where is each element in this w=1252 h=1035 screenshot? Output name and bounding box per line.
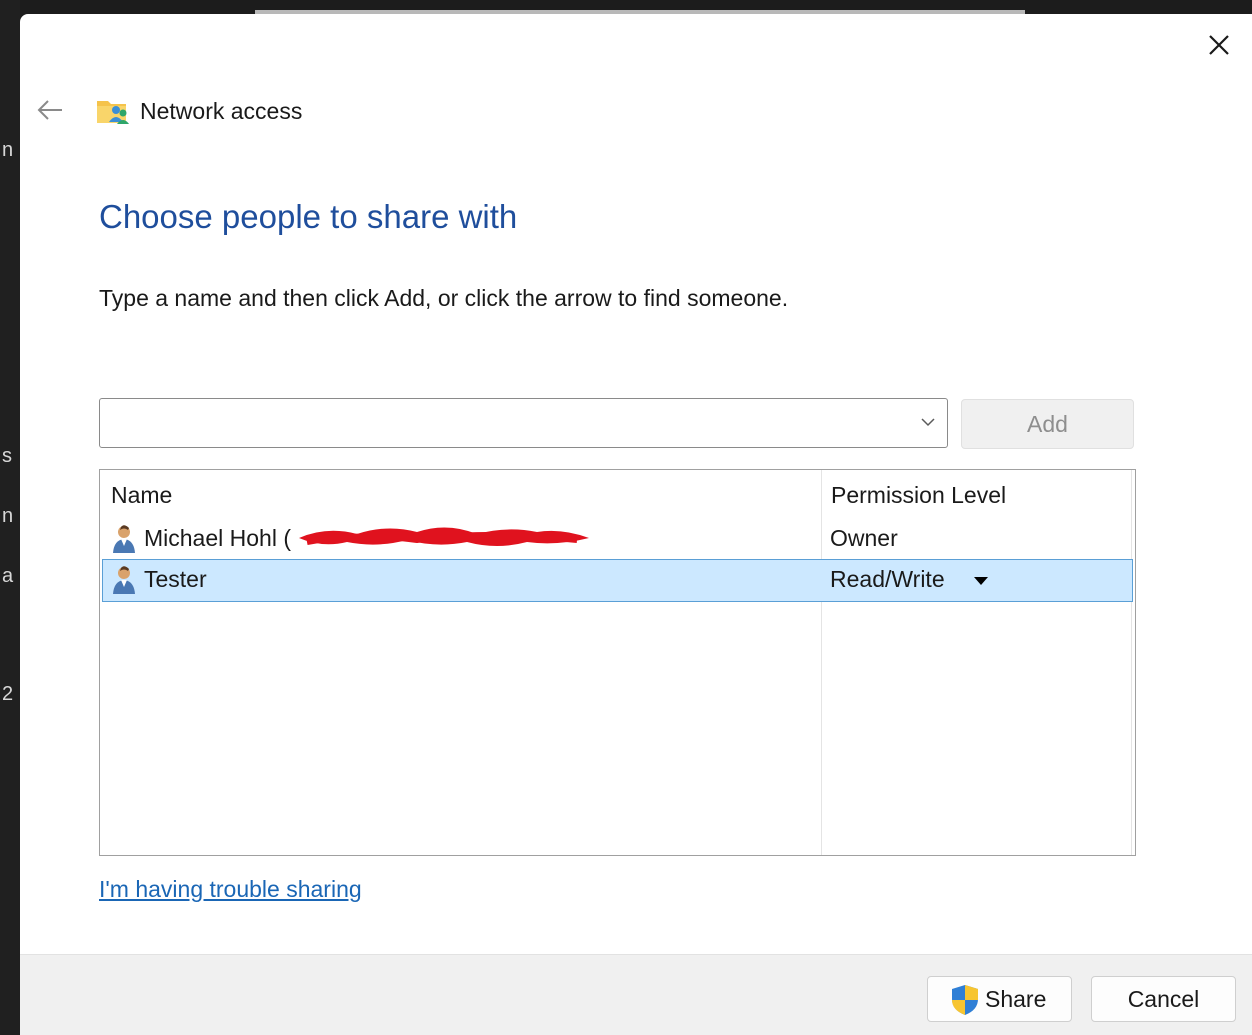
chevron-down-icon[interactable] (919, 415, 937, 429)
table-row[interactable]: Michael Hohl ( Owner (102, 518, 1133, 561)
network-folder-icon (97, 101, 129, 124)
close-icon (1209, 35, 1229, 55)
column-header-permission[interactable]: Permission Level (831, 482, 1006, 509)
user-icon (113, 566, 135, 594)
add-button[interactable]: Add (961, 399, 1134, 449)
back-arrow-icon (37, 100, 62, 120)
network-access-dialog: Network access Choose people to share wi… (20, 14, 1252, 1035)
share-list: Name Permission Level Michael Hohl ( Own… (99, 469, 1136, 856)
background-window: n s n a 2 (0, 0, 20, 1035)
close-button[interactable] (1202, 28, 1236, 62)
cancel-button[interactable]: Cancel (1091, 976, 1236, 1022)
name-input[interactable] (108, 407, 902, 441)
user-name: Tester (144, 566, 207, 592)
uac-shield-icon (952, 985, 978, 1015)
user-name: Michael Hohl ( (144, 525, 291, 551)
share-label: Share (985, 986, 1047, 1012)
window-title: Network access (140, 98, 303, 124)
permission-dropdown[interactable]: Read/Write (830, 566, 945, 593)
table-row-selected[interactable]: Tester Read/Write (102, 559, 1133, 602)
name-combobox[interactable] (99, 398, 948, 448)
trouble-sharing-link[interactable]: I'm having trouble sharing (99, 876, 362, 903)
instruction-text: Type a name and then click Add, or click… (99, 285, 789, 311)
redaction-mark (299, 527, 589, 546)
back-button[interactable] (34, 96, 66, 124)
page-heading: Choose people to share with (99, 198, 518, 235)
permission-level: Owner (830, 525, 898, 551)
column-header-name[interactable]: Name (111, 482, 172, 509)
user-icon (113, 525, 135, 553)
dropdown-triangle-icon[interactable] (973, 576, 989, 586)
footer-bar: Share Cancel (20, 954, 1252, 1035)
share-button[interactable]: Share (927, 976, 1072, 1022)
